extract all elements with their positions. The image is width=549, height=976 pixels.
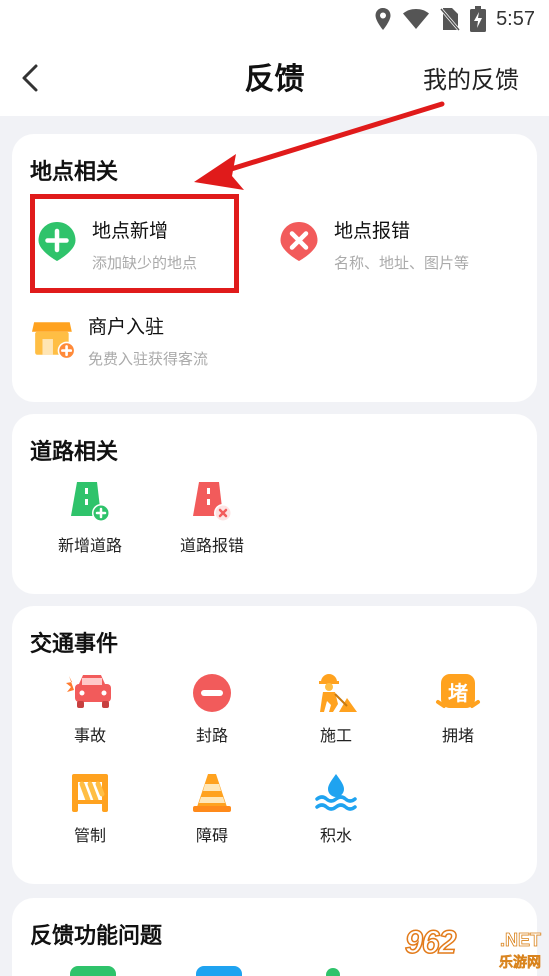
section-title: 交通事件 — [30, 632, 119, 657]
add-road-item[interactable]: 新增道路 — [30, 480, 150, 556]
congestion-item[interactable]: 堵 拥堵 — [398, 672, 518, 746]
battery-charging-icon — [470, 6, 487, 32]
feature-icon-partial[interactable] — [196, 966, 242, 976]
road-error-icon — [193, 482, 232, 522]
congestion-icon: 堵 — [436, 674, 480, 708]
road-closed-item[interactable]: 封路 — [152, 672, 272, 746]
congestion-label: 拥堵 — [441, 726, 474, 745]
watermark-number: 962 — [404, 923, 457, 961]
road-error-item[interactable]: 道路报错 — [152, 480, 272, 556]
feature-icon-partial[interactable] — [326, 968, 340, 976]
no-entry-icon — [193, 674, 231, 712]
congestion-icon-glyph: 堵 — [448, 681, 468, 705]
section-title: 地点相关 — [30, 160, 119, 185]
waterlogging-label: 积水 — [319, 826, 352, 845]
place-error-title: 地点报错 — [334, 220, 411, 242]
watermark-subtitle: 乐游网 — [499, 955, 542, 972]
barrier-icon — [72, 774, 108, 812]
traffic-cone-icon — [193, 774, 231, 812]
status-bar: 5:57 — [0, 0, 549, 40]
road-error-label: 道路报错 — [179, 536, 244, 555]
construction-item[interactable]: 施工 — [276, 672, 396, 746]
accident-item[interactable]: 事故 — [30, 672, 150, 746]
traffic-control-label: 管制 — [73, 826, 106, 845]
traffic-section-card: 交通事件 事故 封路 施工 堵 拥堵 管制 障碍 积水 — [12, 606, 537, 884]
watermark-logo: 962 .NET 乐游网 — [404, 923, 545, 972]
section-title: 道路相关 — [30, 440, 119, 465]
car-accident-icon — [66, 675, 111, 708]
obstacle-item[interactable]: 障碍 — [152, 772, 272, 846]
water-drop-icon — [315, 774, 357, 811]
add-road-label: 新增道路 — [57, 536, 122, 555]
traffic-control-item[interactable]: 管制 — [30, 772, 150, 846]
feature-icon-partial[interactable] — [70, 966, 116, 976]
merchant-join-item[interactable]: 商户入驻 免费入驻获得客流 — [32, 312, 252, 372]
road-section-card: 道路相关 新增道路 道路报错 — [12, 414, 537, 594]
place-error-subtitle: 名称、地址、图片等 — [334, 254, 470, 272]
no-sim-icon — [440, 8, 461, 31]
report-place-error-item[interactable]: 地点报错 名称、地址、图片等 — [278, 216, 508, 276]
road-closed-label: 封路 — [195, 726, 228, 745]
status-time: 5:57 — [496, 7, 535, 30]
obstacle-label: 障碍 — [195, 826, 228, 845]
my-feedback-link[interactable]: 我的反馈 — [423, 60, 519, 95]
section-title: 反馈功能问题 — [30, 924, 163, 949]
waterlogging-item[interactable]: 积水 — [276, 772, 396, 846]
merchant-join-title: 商户入驻 — [88, 316, 165, 338]
place-error-pin-icon — [280, 222, 318, 261]
nav-bar: 反馈 我的反馈 — [0, 40, 549, 116]
merchant-store-icon — [32, 322, 76, 360]
add-road-icon — [71, 482, 110, 522]
accident-label: 事故 — [73, 726, 106, 745]
merchant-join-subtitle: 免费入驻获得客流 — [88, 350, 209, 368]
watermark-suffix: .NET — [499, 930, 542, 951]
wifi-icon — [403, 9, 430, 29]
annotation-highlight-box — [30, 194, 239, 293]
construction-worker-icon — [319, 674, 357, 712]
construction-label: 施工 — [319, 726, 352, 745]
location-icon — [375, 8, 391, 30]
